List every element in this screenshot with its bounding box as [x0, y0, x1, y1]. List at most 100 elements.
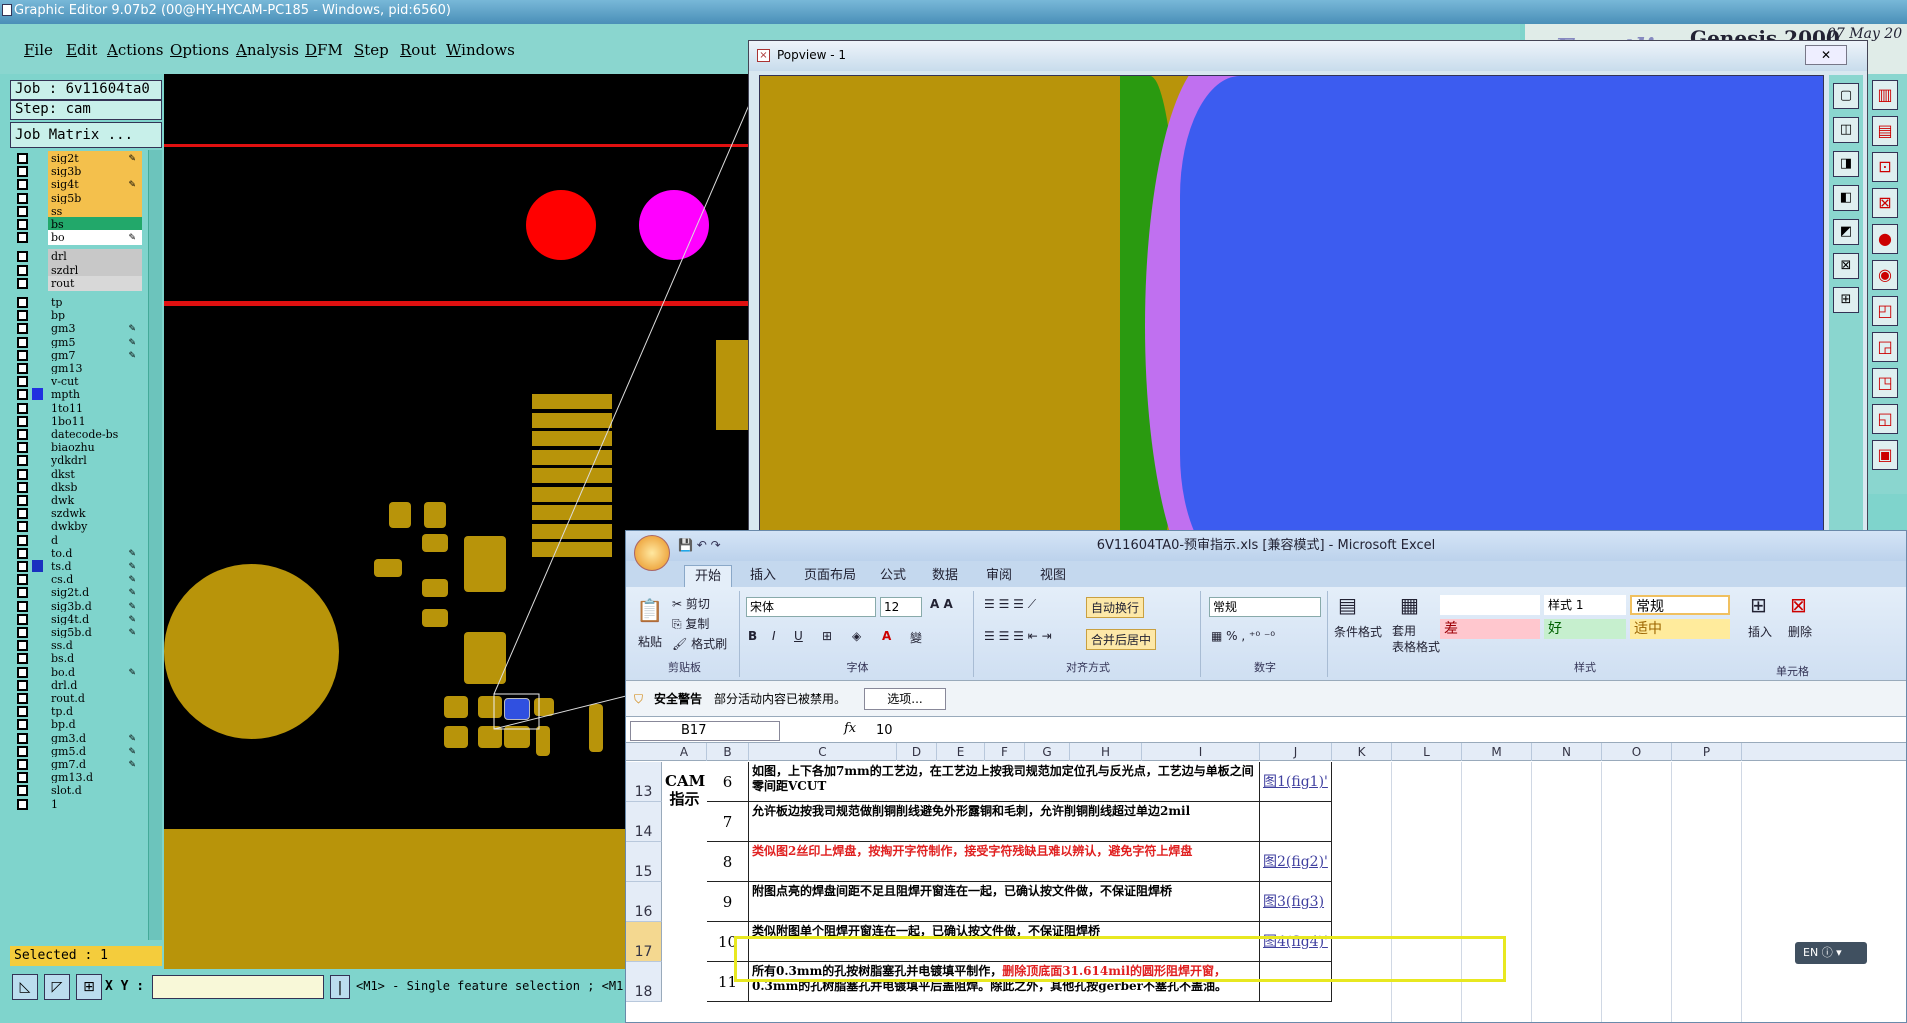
layer-row[interactable]: bo ✎ [12, 229, 142, 246]
row-header[interactable]: 18 [626, 962, 662, 1002]
layer-affected-toggle[interactable] [32, 560, 43, 572]
layer-affected-toggle[interactable] [32, 744, 43, 757]
wrap-text-button[interactable]: 自动换行 [1086, 597, 1145, 618]
column-header[interactable]: E [937, 743, 985, 761]
figure-link[interactable]: 图2(fig2)' [1263, 854, 1328, 870]
layer-affected-toggle[interactable] [32, 335, 43, 348]
column-header[interactable]: D [897, 743, 937, 761]
menu-actions[interactable]: Actions [107, 41, 163, 59]
tool-icon[interactable]: ● [1872, 224, 1898, 254]
style-blank[interactable] [1440, 595, 1540, 615]
layer-affected-toggle[interactable] [32, 758, 43, 770]
job-matrix-button[interactable]: Job Matrix ... [10, 122, 162, 148]
row-header[interactable]: 14 [626, 802, 662, 842]
figure-link-cell[interactable]: 图3(fig3) [1260, 882, 1332, 922]
menu-analysis[interactable]: Analysis [236, 41, 299, 59]
grow-font-icon[interactable]: A A [930, 597, 953, 611]
item-number-cell[interactable]: 8 [707, 842, 749, 882]
layer-affected-toggle[interactable] [32, 507, 43, 520]
tab-view[interactable]: 视图 [1030, 565, 1076, 587]
row-header[interactable]: 16 [626, 882, 662, 922]
layer-affected-toggle[interactable] [32, 771, 43, 784]
font-size-select[interactable]: 12 [880, 597, 922, 617]
tab-insert[interactable]: 插入 [740, 565, 786, 587]
layer-affected-toggle[interactable] [32, 388, 43, 401]
layer-affected-toggle[interactable] [32, 454, 43, 467]
layer-affected-toggle[interactable] [32, 276, 43, 289]
layer-affected-toggle[interactable] [32, 718, 43, 731]
layer-affected-toggle[interactable] [32, 494, 43, 506]
layer-affected-toggle[interactable] [32, 401, 43, 414]
cursor-icon[interactable]: | [330, 975, 350, 999]
instruction-cell[interactable]: 附图点亮的焊盘间距不足且阻焊开窗连在一起，已确认按文件做，不保证阻焊桥 [749, 882, 1260, 922]
layer-affected-toggle[interactable] [32, 178, 43, 191]
menu-rout[interactable]: Rout [400, 41, 436, 59]
column-header[interactable]: A [662, 743, 707, 761]
layer-affected-toggle[interactable] [32, 546, 43, 559]
tool-icon[interactable]: ◳ [1872, 368, 1898, 398]
figure-link[interactable]: 图1(fig1)' [1263, 774, 1328, 790]
layer-affected-toggle[interactable] [32, 428, 43, 440]
menu-windows[interactable]: Windows [446, 41, 515, 59]
instruction-cell[interactable]: 如图，上下各加7mm的工艺边，在工艺边上按我司规范加定位孔与反光点，工艺边与单板… [749, 762, 1260, 802]
refresh-icon[interactable]: ⊞ [1833, 287, 1859, 313]
tool-icon[interactable]: ▥ [1872, 80, 1898, 110]
layer-affected-toggle[interactable] [32, 639, 43, 652]
layer-checkbox[interactable] [17, 232, 28, 244]
column-header[interactable]: B [707, 743, 749, 761]
layer-affected-toggle[interactable] [32, 533, 43, 546]
border-icon[interactable]: ⊞ [822, 629, 832, 643]
figure-link-cell[interactable]: 图1(fig1)' [1260, 762, 1332, 802]
menu-step[interactable]: Step [354, 41, 389, 59]
conditional-format-button[interactable]: 条件格式 [1334, 623, 1382, 640]
grid-tool-icon[interactable]: ⊞ [76, 974, 102, 1000]
tool-icon[interactable]: ◰ [1872, 296, 1898, 326]
zoom-tool-icon[interactable]: ◸ [44, 974, 70, 1000]
layer-row[interactable]: rout [12, 275, 142, 291]
insert-cells-button[interactable]: 插入 [1748, 623, 1772, 640]
layer-affected-toggle[interactable] [32, 296, 43, 308]
delete-cells-icon[interactable]: ⊠ [1790, 593, 1807, 617]
pan-icon[interactable]: ◩ [1833, 219, 1859, 245]
name-box[interactable]: B17 [630, 721, 780, 741]
tab-home[interactable]: 开始 [684, 565, 733, 587]
column-header[interactable]: F [985, 743, 1025, 761]
formula-input[interactable]: 10 [876, 723, 893, 738]
figure-link[interactable]: 图3(fig3) [1263, 894, 1324, 910]
layer-affected-toggle[interactable] [32, 797, 43, 810]
layer-affected-toggle[interactable] [32, 309, 43, 322]
tab-formulas[interactable]: 公式 [870, 565, 916, 587]
paste-button[interactable]: 粘贴 [638, 633, 662, 650]
menu-file[interactable]: File [24, 41, 53, 59]
layer-affected-toggle[interactable] [32, 692, 43, 704]
number-format-select[interactable]: 常规 [1209, 597, 1321, 617]
tool-icon[interactable]: ⊠ [1872, 188, 1898, 218]
column-header[interactable]: G [1025, 743, 1070, 761]
menu-options[interactable]: Options [170, 41, 229, 59]
underline-icon[interactable]: U [794, 629, 803, 643]
save-icon[interactable]: 💾 [678, 538, 693, 552]
layer-affected-toggle[interactable] [32, 586, 43, 599]
layer-affected-toggle[interactable] [32, 705, 43, 718]
tool-icon[interactable]: ▣ [1872, 440, 1898, 470]
style-normal[interactable]: 常规 [1630, 595, 1730, 615]
layer-affected-toggle[interactable] [32, 573, 43, 586]
tool-icon[interactable]: ◱ [1872, 404, 1898, 434]
layer-scrollbar[interactable] [148, 150, 162, 940]
zoom-home-icon[interactable]: ▢ [1833, 83, 1859, 109]
style-good[interactable]: 好 [1544, 619, 1626, 639]
column-header[interactable]: I [1142, 743, 1260, 761]
zoom-out-icon[interactable]: ◨ [1833, 151, 1859, 177]
instruction-cell[interactable]: 类似图2丝印上焊盘，按掏开字符制作，接受字符残缺且难以辨认，避免字符上焊盘 [749, 842, 1260, 882]
menu-dfm[interactable]: DFM [305, 41, 343, 59]
tab-page-layout[interactable]: 页面布局 [794, 565, 866, 587]
redo-icon[interactable]: ↷ [711, 538, 721, 552]
xy-input[interactable] [152, 975, 324, 999]
select-tool-icon[interactable]: ◺ [12, 974, 38, 1000]
layer-affected-toggle[interactable] [32, 204, 43, 217]
italic-icon[interactable]: I [772, 629, 776, 643]
help-icon[interactable]: ⓘ ▾ [1822, 946, 1842, 959]
paste-icon[interactable]: 📋 [636, 599, 663, 624]
column-header[interactable]: N [1532, 743, 1602, 761]
layer-affected-toggle[interactable] [32, 348, 43, 361]
